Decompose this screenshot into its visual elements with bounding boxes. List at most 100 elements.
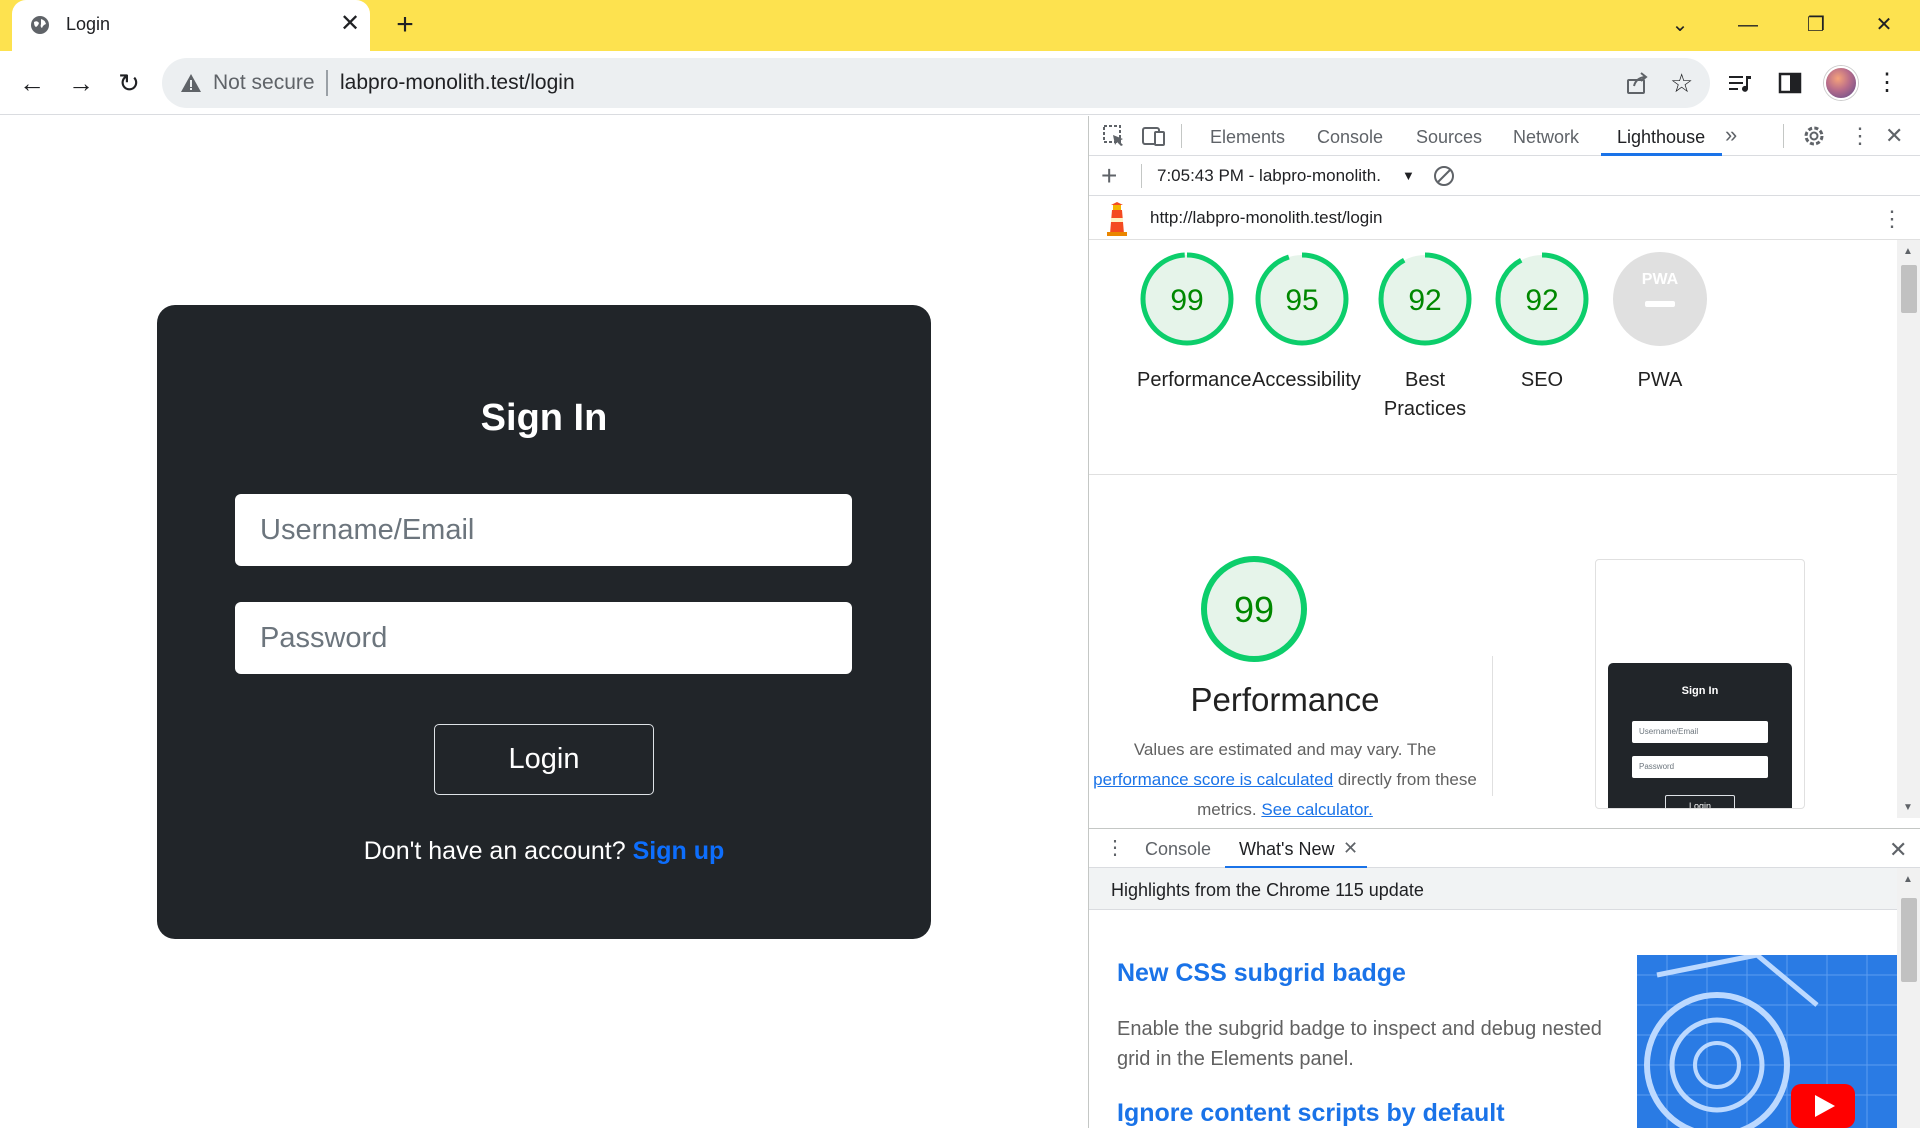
- tab-divider: [1181, 124, 1182, 148]
- more-tabs-icon[interactable]: »: [1725, 122, 1737, 148]
- performance-desc-text: directly from these: [1337, 770, 1477, 789]
- screenshot-username: Username/Email: [1632, 721, 1768, 743]
- tab-console[interactable]: Console: [1317, 127, 1383, 148]
- tab-search-icon[interactable]: ⌄: [1665, 10, 1695, 40]
- whats-new-item-title[interactable]: New CSS subgrid badge: [1117, 959, 1406, 988]
- globe-icon: [31, 16, 49, 34]
- whats-new-video-thumbnail[interactable]: [1637, 955, 1897, 1128]
- browser-tab[interactable]: Login ✕: [12, 0, 370, 51]
- section-divider: [1089, 474, 1897, 475]
- score-gauge-best-practices[interactable]: 92 Best Practices: [1375, 251, 1475, 424]
- new-report-icon[interactable]: +: [1101, 160, 1117, 192]
- clear-reports-icon[interactable]: [1432, 164, 1456, 188]
- forward-button[interactable]: →: [65, 67, 97, 99]
- url-text[interactable]: labpro-monolith.test/login: [340, 71, 575, 95]
- report-url-bar: http://labpro-monolith.test/login ⋮: [1089, 196, 1920, 240]
- performance-desc-line: performance score is calculated directly…: [1089, 765, 1481, 795]
- screenshot-password: Password: [1632, 756, 1768, 778]
- drawer-scrollbar[interactable]: ▲: [1897, 868, 1920, 1128]
- vertical-divider: [1492, 656, 1493, 796]
- page-content: Sign In Login Don't have an account? Sig…: [0, 116, 1088, 1128]
- media-control-icon[interactable]: [1725, 68, 1755, 98]
- tab-network[interactable]: Network: [1513, 127, 1579, 148]
- toolbar-divider: [1141, 164, 1142, 188]
- page-title: Sign In: [480, 397, 608, 439]
- signup-link[interactable]: Sign up: [633, 837, 725, 865]
- score-value: 92: [1408, 284, 1441, 317]
- score-ring: 92: [1378, 252, 1472, 346]
- close-drawer-icon[interactable]: ✕: [1889, 837, 1907, 863]
- drawer-tab-whats-new[interactable]: What's New: [1239, 839, 1334, 860]
- devtools-menu-icon[interactable]: ⋮: [1849, 123, 1871, 149]
- report-menu-icon[interactable]: ⋮: [1881, 206, 1903, 232]
- score-value: 92: [1525, 284, 1558, 317]
- score-ring: 92: [1495, 252, 1589, 346]
- pwa-dash: [1645, 301, 1675, 307]
- omnibox-divider: [326, 70, 328, 96]
- device-toolbar-icon[interactable]: [1141, 123, 1167, 149]
- pwa-badge-text: PWA: [1642, 271, 1679, 288]
- username-input[interactable]: [235, 494, 852, 566]
- back-button[interactable]: ←: [16, 67, 48, 99]
- tab-close-icon[interactable]: ✕: [338, 12, 362, 36]
- side-panel-icon[interactable]: [1775, 68, 1805, 98]
- login-button[interactable]: Login: [434, 724, 654, 795]
- score-gauge-performance[interactable]: 99 Performance: [1137, 251, 1252, 395]
- scroll-down-icon[interactable]: ▼: [1903, 802, 1913, 813]
- final-screenshot[interactable]: Sign In Username/Email Password Login: [1595, 559, 1805, 809]
- minimize-button[interactable]: —: [1733, 10, 1763, 40]
- scroll-up-icon[interactable]: ▲: [1903, 246, 1913, 257]
- close-whats-new-icon[interactable]: ✕: [1343, 838, 1358, 859]
- score-gauge-seo[interactable]: 92 SEO: [1492, 251, 1592, 395]
- restore-button[interactable]: ❐: [1801, 10, 1831, 40]
- screenshot-login-card: Sign In Username/Email Password Login: [1608, 663, 1792, 808]
- username-field[interactable]: [235, 494, 852, 566]
- report-selector[interactable]: 7:05:43 PM - labpro-monolith.: [1157, 166, 1381, 186]
- dropdown-arrow-icon[interactable]: ▼: [1402, 168, 1415, 183]
- performance-score-value: 99: [1234, 589, 1274, 630]
- chrome-menu-icon[interactable]: ⋮: [1871, 67, 1903, 99]
- new-tab-button[interactable]: +: [390, 10, 420, 40]
- score-label: Accessibility: [1252, 369, 1361, 391]
- devtools-panel: Elements Console Sources Network Lightho…: [1088, 116, 1920, 1128]
- performance-score-gauge: 99: [1201, 556, 1307, 662]
- score-gauge-pwa[interactable]: PWA PWA: [1610, 251, 1710, 395]
- not-secure-label[interactable]: Not secure: [213, 71, 315, 95]
- settings-gear-icon[interactable]: [1801, 123, 1827, 149]
- whats-new-item-title[interactable]: Ignore content scripts by default: [1117, 1099, 1505, 1128]
- warning-icon: [181, 74, 201, 92]
- see-calculator-link[interactable]: See calculator.: [1261, 800, 1373, 819]
- login-card: Sign In Login Don't have an account? Sig…: [157, 305, 931, 939]
- address-bar[interactable]: Not secure labpro-monolith.test/login ☆: [162, 58, 1710, 108]
- tab-elements[interactable]: Elements: [1210, 127, 1285, 148]
- drawer-tab-console[interactable]: Console: [1145, 839, 1211, 860]
- scroll-up-icon[interactable]: ▲: [1903, 874, 1913, 885]
- score-gauge-accessibility[interactable]: 95 Accessibility: [1252, 251, 1361, 395]
- devtools-tabbar: Elements Console Sources Network Lightho…: [1089, 116, 1920, 156]
- tab-lighthouse[interactable]: Lighthouse: [1617, 127, 1705, 148]
- score-label: Best Practices: [1383, 369, 1467, 420]
- video-thumbnail-art: [1637, 955, 1897, 1128]
- drawer-menu-icon[interactable]: ⋮: [1105, 835, 1125, 860]
- share-icon[interactable]: [1624, 70, 1650, 96]
- score-label: Performance: [1137, 369, 1252, 391]
- password-input[interactable]: [235, 602, 852, 674]
- score-calculated-link[interactable]: performance score is calculated: [1093, 770, 1333, 789]
- report-scrollbar[interactable]: ▲ ▼: [1897, 240, 1920, 818]
- password-field[interactable]: [235, 602, 852, 674]
- performance-description: Values are estimated and may vary. The p…: [1089, 735, 1481, 825]
- whats-new-item-description: Enable the subgrid badge to inspect and …: [1117, 1018, 1602, 1070]
- signup-prompt-text: Don't have an account?: [363, 837, 626, 865]
- drawer-scrollbar-thumb[interactable]: [1901, 898, 1917, 982]
- scrollbar-thumb[interactable]: [1901, 265, 1917, 313]
- close-window-button[interactable]: ✕: [1869, 10, 1899, 40]
- tab-sources[interactable]: Sources: [1416, 127, 1482, 148]
- score-ring: PWA: [1613, 252, 1707, 346]
- bookmark-star-icon[interactable]: ☆: [1670, 68, 1693, 99]
- profile-avatar[interactable]: [1824, 66, 1858, 100]
- reload-button[interactable]: ↻: [113, 67, 145, 99]
- screenshot-login: Login: [1665, 795, 1735, 808]
- close-devtools-icon[interactable]: ✕: [1885, 123, 1903, 149]
- lighthouse-logo-icon: [1107, 202, 1127, 236]
- inspect-element-icon[interactable]: [1101, 123, 1127, 149]
